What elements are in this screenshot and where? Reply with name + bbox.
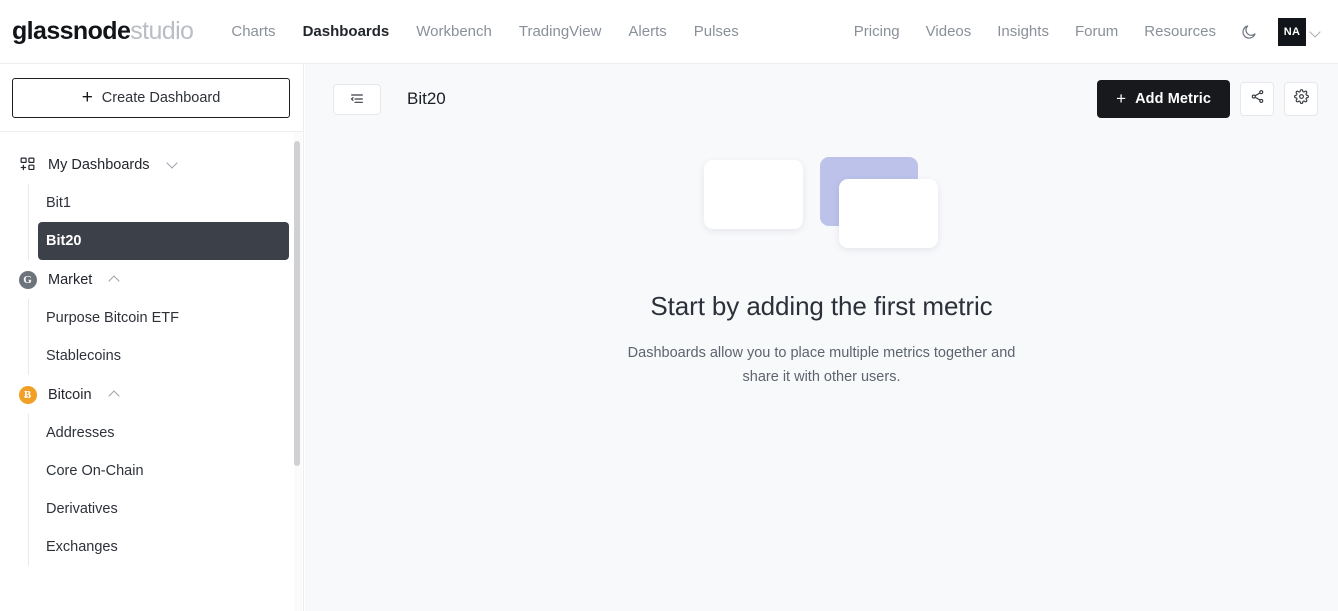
- chevron-up-icon[interactable]: [109, 274, 120, 285]
- empty-state-title: Start by adding the first metric: [650, 291, 993, 321]
- plus-icon: +: [81, 86, 93, 108]
- logo-text-secondary: studio: [130, 17, 194, 45]
- empty-state-illustration: [703, 157, 940, 250]
- empty-state: Start by adding the first metric Dashboa…: [305, 157, 1338, 389]
- gear-icon: [1293, 89, 1309, 109]
- moon-icon[interactable]: [1238, 21, 1260, 43]
- bitcoin-circle-icon: Ƀ: [18, 385, 37, 404]
- chevron-down-icon[interactable]: [167, 159, 178, 170]
- empty-state-description: Dashboards allow you to place multiple m…: [627, 345, 1016, 385]
- market-circle-icon: G: [18, 270, 37, 289]
- sidebar-group-label: Market: [48, 271, 93, 288]
- secondary-nav-links: Pricing Videos Insights Forum Resources …: [854, 17, 1322, 46]
- sidebar: + Create Dashboard My Dashboards Bit1 Bi…: [0, 64, 304, 611]
- nav-item-pricing[interactable]: Pricing: [854, 24, 900, 39]
- sidebar-children-market: Purpose Bitcoin ETF Stablecoins: [0, 299, 303, 375]
- user-menu[interactable]: NA: [1278, 17, 1322, 46]
- chevron-down-icon: [1311, 28, 1322, 35]
- bitcoin-icon-glyph: Ƀ: [18, 385, 37, 404]
- sidebar-children-my-dashboards: Bit1 Bit20: [0, 184, 303, 260]
- nav-item-dashboards[interactable]: Dashboards: [303, 24, 390, 39]
- sidebar-group-label: My Dashboards: [48, 156, 150, 173]
- nav-item-videos[interactable]: Videos: [926, 24, 972, 39]
- settings-button[interactable]: [1284, 82, 1318, 116]
- nav-item-insights[interactable]: Insights: [997, 24, 1049, 39]
- dashboard-header: Bit20 + Add Metric: [305, 64, 1338, 134]
- main-content: Bit20 + Add Metric Start by adding the f…: [305, 64, 1338, 611]
- nav-item-alerts[interactable]: Alerts: [628, 24, 666, 39]
- glassnode-logo[interactable]: glassnode studio: [12, 17, 194, 46]
- top-navigation-bar: glassnode studio Charts Dashboards Workbe…: [0, 0, 1338, 64]
- dashboard-actions: + Add Metric: [1097, 80, 1318, 118]
- nav-item-tradingview[interactable]: TradingView: [519, 24, 602, 39]
- sidebar-group-market[interactable]: G Market: [0, 260, 303, 299]
- page-title: Bit20: [407, 89, 446, 108]
- create-dashboard-label: Create Dashboard: [101, 90, 221, 106]
- sidebar-item-core-on-chain[interactable]: Core On-Chain: [38, 452, 289, 490]
- share-icon: [1250, 89, 1265, 109]
- sidebar-group-label: Bitcoin: [48, 386, 92, 403]
- logo-text-primary: glassnode: [12, 17, 131, 45]
- sidebar-item-addresses[interactable]: Addresses: [38, 414, 289, 452]
- create-dashboard-zone: + Create Dashboard: [0, 64, 303, 132]
- nav-item-resources[interactable]: Resources: [1144, 24, 1216, 39]
- sidebar-children-bitcoin: Addresses Core On-Chain Derivatives Exch…: [0, 414, 303, 566]
- sidebar-group-my-dashboards[interactable]: My Dashboards: [0, 145, 303, 184]
- nav-item-pulses[interactable]: Pulses: [694, 24, 739, 39]
- sidebar-item-derivatives[interactable]: Derivatives: [38, 490, 289, 528]
- sidebar-item-bit20[interactable]: Bit20: [38, 222, 289, 260]
- plus-icon: +: [1116, 88, 1127, 108]
- sidebar-collapse-icon[interactable]: [333, 83, 381, 115]
- sidebar-item-bit1[interactable]: Bit1: [38, 184, 289, 222]
- sidebar-group-bitcoin[interactable]: Ƀ Bitcoin: [0, 375, 303, 414]
- primary-nav-links: Charts Dashboards Workbench TradingView …: [231, 24, 738, 39]
- chevron-up-icon[interactable]: [109, 389, 120, 400]
- nav-item-charts[interactable]: Charts: [231, 24, 275, 39]
- market-icon-glyph: G: [18, 270, 37, 289]
- illustration-card-right: [838, 179, 938, 248]
- avatar: NA: [1278, 17, 1306, 46]
- add-metric-button[interactable]: + Add Metric: [1097, 80, 1230, 118]
- share-button[interactable]: [1240, 82, 1274, 116]
- sidebar-item-exchanges[interactable]: Exchanges: [38, 528, 289, 566]
- create-dashboard-button[interactable]: + Create Dashboard: [12, 78, 290, 118]
- sidebar-item-purpose-bitcoin-etf[interactable]: Purpose Bitcoin ETF: [38, 299, 289, 337]
- sidebar-tree: My Dashboards Bit1 Bit20 G Market Purpos…: [0, 132, 303, 611]
- dashboard-add-grid-icon: [18, 155, 37, 174]
- add-metric-label: Add Metric: [1135, 91, 1211, 107]
- nav-item-forum[interactable]: Forum: [1075, 24, 1118, 39]
- nav-item-workbench[interactable]: Workbench: [416, 24, 492, 39]
- illustration-card-left: [703, 160, 803, 229]
- sidebar-item-stablecoins[interactable]: Stablecoins: [38, 337, 289, 375]
